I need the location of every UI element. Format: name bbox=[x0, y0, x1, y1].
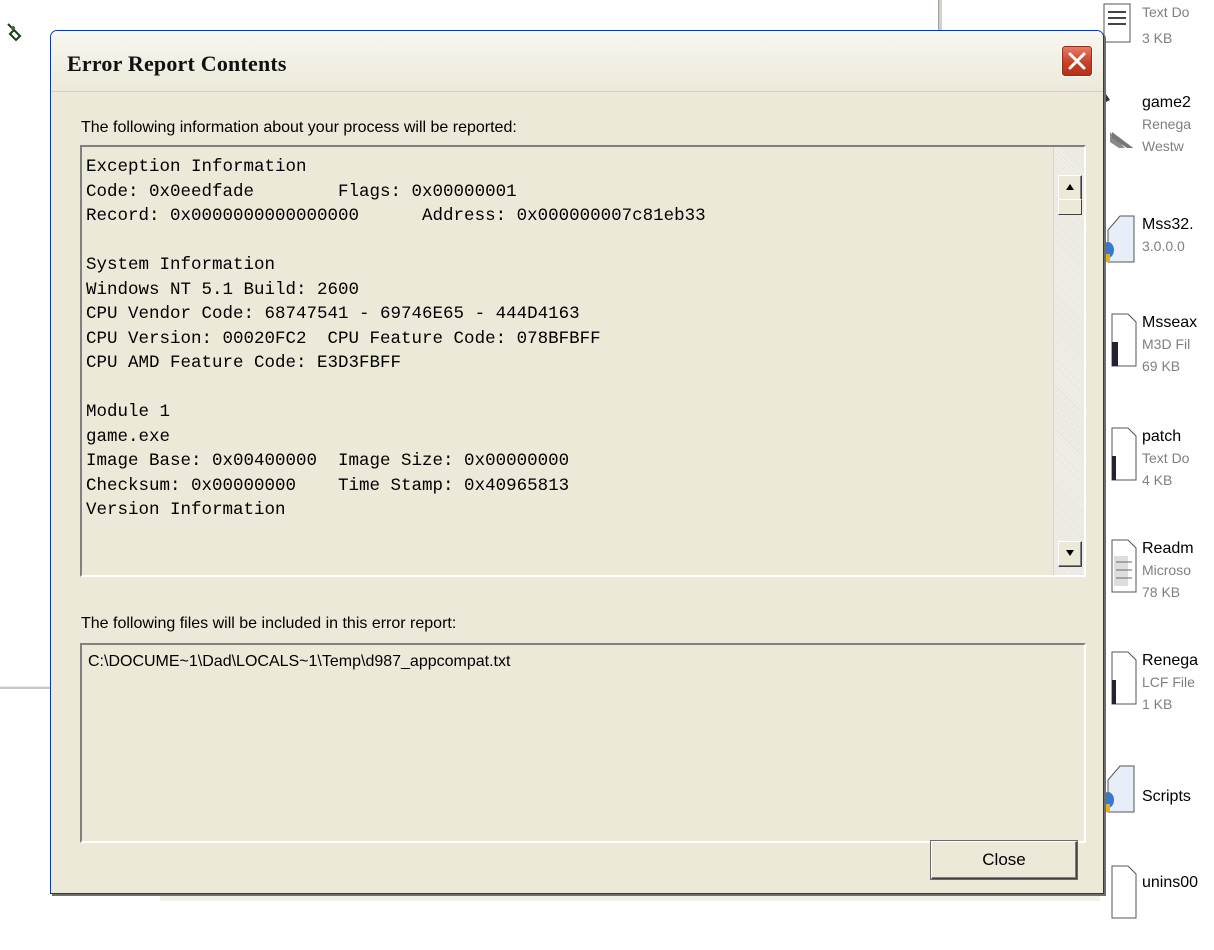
file-item[interactable]: Scripts bbox=[1098, 760, 1214, 850]
scroll-down-button[interactable] bbox=[1058, 541, 1082, 567]
file-name: unins00 bbox=[1142, 874, 1199, 891]
generic-file-icon bbox=[1098, 864, 1138, 920]
file-name: Scripts bbox=[1142, 788, 1191, 805]
generic-file-icon bbox=[1098, 426, 1138, 482]
error-report-dialog: Error Report Contents The following info… bbox=[50, 30, 1104, 894]
generic-file-icon bbox=[1098, 650, 1138, 706]
file-name: Readm bbox=[1142, 540, 1194, 557]
game-shortcut-icon bbox=[1098, 92, 1138, 158]
file-type: M3D Fil bbox=[1142, 336, 1191, 352]
file-type: Text Do bbox=[1142, 450, 1190, 466]
file-name: Mss32. bbox=[1142, 216, 1194, 233]
scroll-thumb[interactable] bbox=[1058, 199, 1082, 215]
file-item[interactable]: Readm Microso 78 KB bbox=[1098, 534, 1214, 624]
file-path: C:\DOCUME~1\Dad\LOCALS~1\Temp\d987_appco… bbox=[88, 653, 511, 670]
file-item[interactable]: Renega LCF File 1 KB bbox=[1098, 646, 1214, 736]
process-info-label: The following information about your pro… bbox=[81, 119, 517, 136]
file-size: 4 KB bbox=[1142, 472, 1173, 488]
file-company: Westw bbox=[1142, 138, 1184, 154]
desktop-app-icon[interactable] bbox=[4, 22, 26, 44]
arrow-up-icon bbox=[1066, 184, 1074, 190]
file-item[interactable]: unins00 bbox=[1098, 860, 1214, 950]
title-bar[interactable]: Error Report Contents bbox=[51, 31, 1103, 92]
generic-file-icon bbox=[1098, 312, 1138, 368]
close-x-button[interactable] bbox=[1061, 45, 1093, 77]
text-document-icon bbox=[1098, 2, 1138, 58]
file-type: Renega bbox=[1142, 116, 1192, 132]
file-size: 3 KB bbox=[1142, 30, 1173, 46]
file-type: Text Do bbox=[1142, 4, 1190, 20]
report-scrollbar[interactable] bbox=[1053, 147, 1084, 575]
folder-icon bbox=[1098, 764, 1138, 820]
scroll-up-button[interactable] bbox=[1058, 175, 1082, 201]
file-name: game2 bbox=[1142, 94, 1191, 111]
file-item[interactable]: patch Text Do 4 KB bbox=[1098, 422, 1214, 512]
report-contents-textbox[interactable]: Exception Information Code: 0x0eedfade F… bbox=[80, 145, 1086, 577]
files-included-label: The following files will be included in … bbox=[81, 615, 457, 632]
file-version: 3.0.0.0 bbox=[1142, 238, 1185, 254]
file-item[interactable]: Mss32. 3.0.0.0 bbox=[1098, 210, 1214, 300]
report-text: Exception Information Code: 0x0eedfade F… bbox=[86, 157, 706, 520]
file-size: 69 KB bbox=[1142, 358, 1181, 374]
file-name: Msseax bbox=[1142, 314, 1198, 331]
file-item[interactable]: game2 Renega Westw bbox=[1098, 88, 1214, 178]
dialog-title: Error Report Contents bbox=[67, 51, 287, 76]
text-document-icon bbox=[1098, 538, 1138, 594]
file-name: Renega bbox=[1142, 652, 1199, 669]
dll-file-icon bbox=[1098, 214, 1138, 270]
file-type: LCF File bbox=[1142, 674, 1195, 690]
arrow-down-icon bbox=[1066, 550, 1074, 556]
file-size: 1 KB bbox=[1142, 696, 1173, 712]
file-item[interactable]: Msseax M3D Fil 69 KB bbox=[1098, 308, 1214, 398]
files-list-box[interactable]: C:\DOCUME~1\Dad\LOCALS~1\Temp\d987_appco… bbox=[80, 643, 1086, 843]
close-button[interactable]: Close bbox=[931, 841, 1077, 879]
file-item[interactable]: Text Do 3 KB bbox=[1098, 0, 1214, 88]
file-size: 78 KB bbox=[1142, 584, 1181, 600]
close-icon bbox=[1068, 52, 1086, 70]
background-divider bbox=[938, 0, 942, 30]
background-divider-horizontal bbox=[0, 686, 52, 689]
file-type: Microso bbox=[1142, 562, 1192, 578]
file-name: patch bbox=[1142, 428, 1182, 445]
